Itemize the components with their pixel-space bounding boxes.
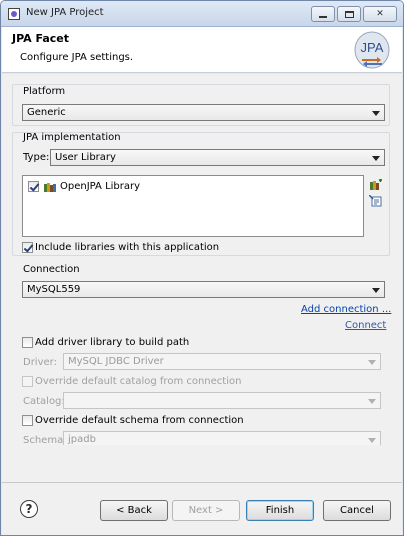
library-checkbox[interactable] xyxy=(28,181,39,192)
override-schema-checkbox[interactable] xyxy=(22,415,33,426)
maximize-button[interactable] xyxy=(337,6,361,22)
library-icon xyxy=(44,183,56,192)
next-button[interactable]: Next > xyxy=(172,500,240,521)
list-item[interactable]: OpenJPA Library xyxy=(28,181,228,195)
override-catalog-label[interactable]: Override default catalog from connection xyxy=(35,376,241,387)
add-connection-link[interactable]: Add connection ... xyxy=(301,304,391,315)
override-schema-label[interactable]: Override default schema from connection xyxy=(35,415,244,426)
platform-value: Generic xyxy=(27,107,66,118)
driver-value: MySQL JDBC Driver xyxy=(68,356,164,367)
driver-label: Driver: xyxy=(23,357,57,368)
wizard-header: JPA Facet Configure JPA settings. JPA xyxy=(2,27,402,73)
schema-select[interactable]: jpadb xyxy=(63,431,381,445)
chevron-down-icon xyxy=(368,399,376,404)
title-bar: New JPA Project ✕ xyxy=(1,1,403,27)
wizard-footer: ? < Back Next > Finish Cancel xyxy=(2,482,402,535)
catalog-label: Catalog: xyxy=(23,396,65,407)
library-name: OpenJPA Library xyxy=(60,181,141,192)
type-value: User Library xyxy=(55,152,116,163)
finish-button[interactable]: Finish xyxy=(246,500,314,521)
connection-value: MySQL559 xyxy=(27,284,81,295)
back-button[interactable]: < Back xyxy=(100,500,168,521)
close-icon: ✕ xyxy=(376,9,384,19)
library-list[interactable]: OpenJPA Library xyxy=(22,175,364,237)
jpa-logo-icon: JPA xyxy=(354,31,390,69)
type-select[interactable]: User Library xyxy=(50,149,385,166)
minimize-icon xyxy=(319,15,327,18)
new-jpa-project-window: New JPA Project ✕ JPA Facet Configure JP… xyxy=(0,0,404,536)
minimize-button[interactable] xyxy=(311,6,335,22)
include-libraries-label[interactable]: Include libraries with this application xyxy=(35,242,219,253)
add-driver-checkbox[interactable] xyxy=(22,337,33,348)
chevron-down-icon xyxy=(372,111,380,116)
catalog-select[interactable] xyxy=(63,392,381,409)
page-description: Configure JPA settings. xyxy=(20,52,134,63)
download-library-icon[interactable] xyxy=(369,195,383,207)
include-libraries-checkbox[interactable] xyxy=(22,242,33,253)
add-driver-label[interactable]: Add driver library to build path xyxy=(35,337,189,348)
window-controls: ✕ xyxy=(311,6,397,22)
close-button[interactable]: ✕ xyxy=(363,6,397,22)
chevron-down-icon xyxy=(372,156,380,161)
chevron-down-icon xyxy=(368,360,376,365)
schema-value: jpadb xyxy=(68,434,96,445)
connection-select[interactable]: MySQL559 xyxy=(22,281,385,298)
jpa-implementation-label: JPA implementation xyxy=(23,132,121,143)
driver-select[interactable]: MySQL JDBC Driver xyxy=(63,353,381,370)
platform-label: Platform xyxy=(23,86,66,97)
help-button[interactable]: ? xyxy=(20,500,38,518)
platform-select[interactable]: Generic xyxy=(22,104,385,121)
window-title: New JPA Project xyxy=(26,7,104,18)
schema-label: Schema: xyxy=(23,435,67,446)
svg-text:JPA: JPA xyxy=(361,40,384,55)
eclipse-icon xyxy=(8,8,20,20)
connect-link[interactable]: Connect xyxy=(345,320,386,331)
override-catalog-checkbox[interactable] xyxy=(22,376,33,387)
chevron-down-icon xyxy=(368,438,376,443)
chevron-down-icon xyxy=(372,288,380,293)
page-title: JPA Facet xyxy=(12,32,70,45)
cancel-button[interactable]: Cancel xyxy=(323,500,391,521)
add-library-icon[interactable] xyxy=(369,179,383,191)
type-label: Type: xyxy=(23,152,50,163)
connection-label: Connection xyxy=(23,264,80,275)
maximize-icon xyxy=(344,10,354,18)
wizard-content: Platform Generic JPA implementation Type… xyxy=(2,74,402,482)
